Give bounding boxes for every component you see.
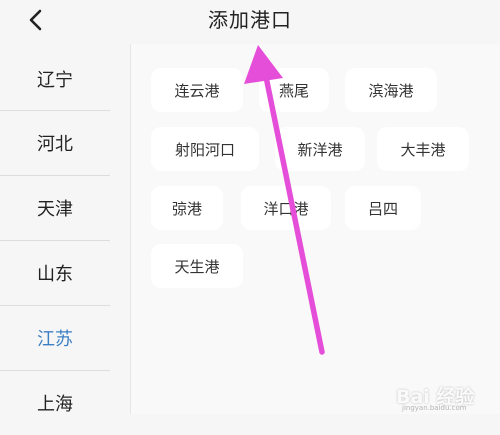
header-bar: 添加港口 [0,0,500,40]
port-chip-yangkougang[interactable]: 洋口港 [241,186,331,230]
port-chip-jianggang[interactable]: 弶港 [151,186,223,230]
sidebar-item-tianjin[interactable]: 天津 [0,176,110,240]
watermark-url: jingyan.baidu.com [402,404,467,412]
sidebar-item-shanghai[interactable]: 上海 [0,371,110,435]
page-title: 添加港口 [208,8,292,32]
port-chip-binhaigang[interactable]: 滨海港 [345,68,437,112]
port-chip-lianyungang[interactable]: 连云港 [151,68,243,112]
port-chip-yanwei[interactable]: 燕尾 [259,68,329,112]
sidebar-item-hebei[interactable]: 河北 [0,111,110,175]
port-chip-tianshenggang[interactable]: 天生港 [151,244,243,288]
port-chip-sheyanghekou[interactable]: 射阳河口 [151,127,259,171]
sidebar-item-liaoning[interactable]: 辽宁 [0,47,110,111]
baidu-watermark: Bai 经验 jingyan.baidu.com [396,382,492,412]
province-sidebar: 辽宁 河北 天津 山东 江苏 上海 [0,44,128,415]
sidebar-item-jiangsu[interactable]: 江苏 [0,306,110,370]
port-chip-lvsi[interactable]: 吕四 [345,186,421,230]
port-chip-dafenggang[interactable]: 大丰港 [377,127,469,171]
sidebar-item-shandong[interactable]: 山东 [0,241,110,305]
port-chip-xinyanggang[interactable]: 新洋港 [275,127,365,171]
port-list-panel: 连云港 燕尾 滨海港 射阳河口 新洋港 大丰港 弶港 洋口港 吕四 天生港 [130,44,500,414]
